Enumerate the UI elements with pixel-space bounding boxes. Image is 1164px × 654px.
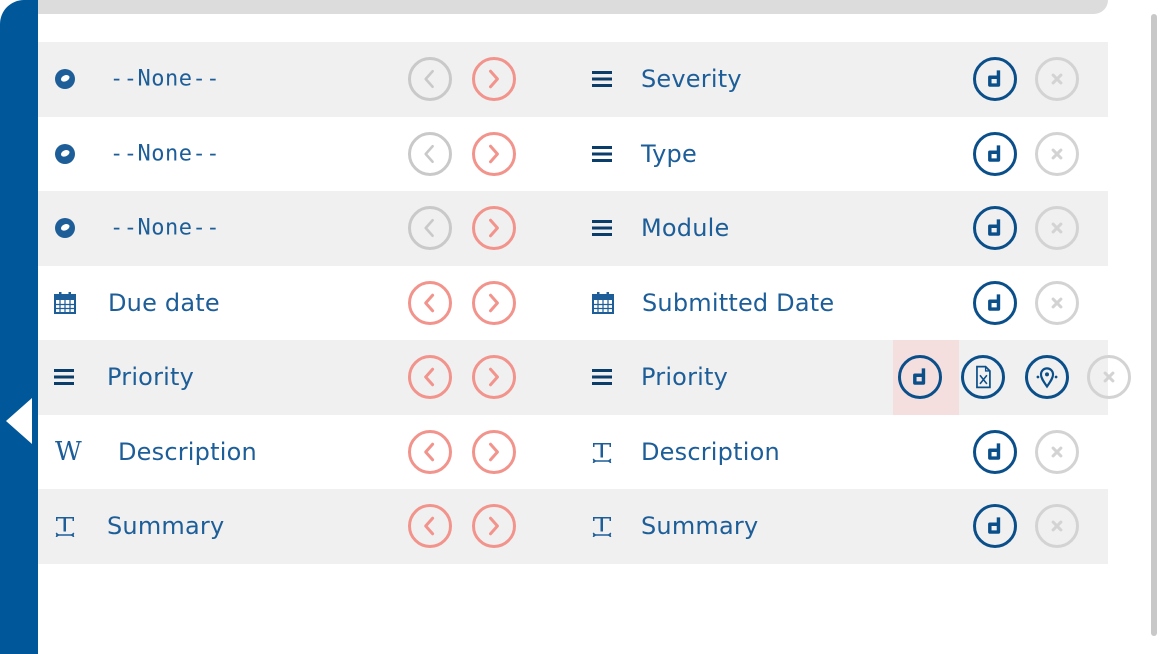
remove-mapping-button[interactable]: [1035, 57, 1079, 102]
remove-mapping-button[interactable]: [1035, 131, 1079, 176]
edit-mapping-button[interactable]: [898, 355, 942, 400]
text-t-icon: [592, 517, 612, 538]
circle-dot-icon: [55, 218, 75, 239]
text-t-icon: [55, 517, 75, 538]
list-icon: [592, 71, 612, 88]
move-left-button[interactable]: [408, 57, 452, 102]
collapse-arrow-icon[interactable]: [6, 398, 32, 444]
target-field-label: Priority: [641, 363, 729, 392]
mapping-row: Summary Summary: [38, 489, 1108, 564]
vertical-scrollbar[interactable]: [1151, 14, 1157, 636]
source-field-label: --None--: [110, 66, 220, 92]
source-field-label: Summary: [107, 512, 225, 541]
remove-mapping-button[interactable]: [1035, 429, 1079, 474]
field-mapping-list: --None-- Severity --None-- Type --None--…: [38, 42, 1131, 564]
edit-mapping-button[interactable]: [973, 280, 1017, 325]
move-left-button[interactable]: [408, 206, 452, 251]
list-icon: [592, 220, 612, 237]
move-right-button[interactable]: [472, 504, 516, 549]
move-left-button[interactable]: [408, 504, 452, 549]
edit-mapping-button[interactable]: [973, 57, 1017, 102]
target-field-label: Submitted Date: [642, 288, 835, 317]
wiki-w-icon: W: [55, 436, 82, 467]
mapping-row: --None-- Module: [38, 191, 1108, 266]
target-field-label: Summary: [641, 512, 759, 541]
source-field-label: --None--: [110, 141, 220, 167]
circle-dot-icon: [55, 69, 75, 90]
target-field-label: Description: [641, 437, 780, 466]
mapping-row: --None-- Severity: [38, 42, 1108, 117]
move-right-button[interactable]: [472, 206, 516, 251]
mapping-row: Priority Priority: [38, 340, 1131, 415]
target-field-label: Type: [641, 139, 697, 168]
remove-mapping-button[interactable]: [1087, 355, 1131, 400]
move-right-button[interactable]: [472, 131, 516, 176]
list-icon: [592, 369, 612, 386]
move-right-button[interactable]: [472, 280, 516, 325]
edit-mapping-button[interactable]: [973, 429, 1017, 474]
move-left-button[interactable]: [408, 131, 452, 176]
remove-mapping-button[interactable]: [1035, 280, 1079, 325]
edit-mapping-button[interactable]: [973, 504, 1017, 549]
mapping-row: W Description Description: [38, 415, 1108, 490]
text-t-icon: [592, 442, 612, 463]
target-field-label: Module: [641, 214, 730, 243]
list-icon: [54, 369, 74, 386]
move-right-button[interactable]: [472, 429, 516, 474]
edit-mapping-button[interactable]: [973, 206, 1017, 251]
source-field-label: Priority: [107, 363, 195, 392]
remove-mapping-button[interactable]: [1035, 206, 1079, 251]
source-field-label: --None--: [110, 215, 220, 241]
move-left-button[interactable]: [408, 355, 452, 400]
mapping-row: Due date Submitted Date: [38, 266, 1108, 341]
mapping-row: --None-- Type: [38, 117, 1108, 192]
header-strip: [38, 0, 1108, 14]
source-field-label: Description: [118, 437, 257, 466]
target-field-label: Severity: [641, 65, 742, 94]
edit-mapping-button[interactable]: [973, 131, 1017, 176]
move-right-button[interactable]: [472, 355, 516, 400]
circle-dot-icon: [55, 143, 75, 164]
left-sidebar: [0, 0, 38, 654]
move-left-button[interactable]: [408, 280, 452, 325]
source-field-label: Due date: [108, 288, 220, 317]
move-right-button[interactable]: [472, 57, 516, 102]
location-pin-button[interactable]: [1025, 355, 1069, 400]
excel-export-button[interactable]: [961, 355, 1005, 400]
list-icon: [592, 145, 612, 162]
move-left-button[interactable]: [408, 429, 452, 474]
calendar-icon: [592, 291, 614, 314]
calendar-icon: [54, 291, 76, 314]
remove-mapping-button[interactable]: [1035, 504, 1079, 549]
